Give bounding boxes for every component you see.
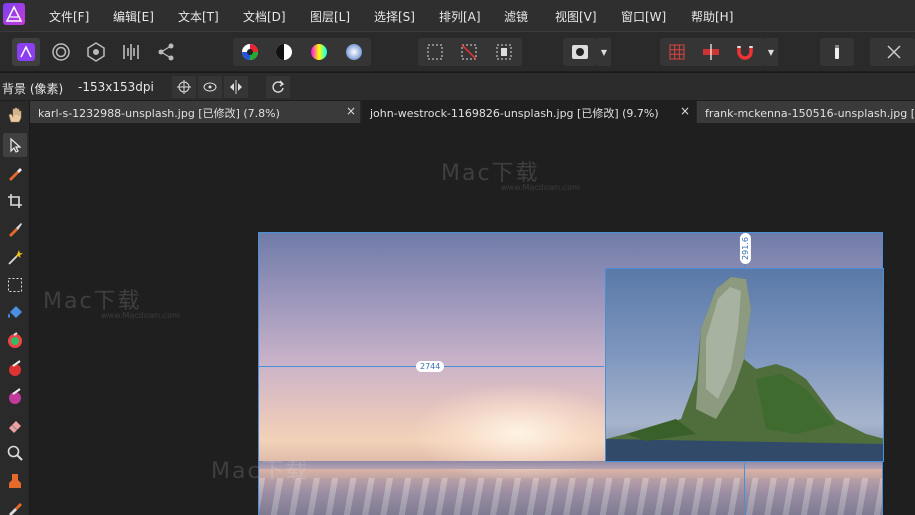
menu-bar: 文件[F] 编辑[E] 文本[T] 文档[D] 图层[L] 选择[S] 排列[A… [0, 0, 915, 31]
snapping-dropdown[interactable]: ▼ [764, 38, 778, 66]
fill-tool-icon[interactable] [3, 301, 27, 325]
rotate-view-icon[interactable] [198, 76, 222, 98]
waves [259, 478, 882, 515]
clone-tool-icon[interactable] [3, 469, 27, 493]
watermark-url: www.Macdown.com [501, 183, 580, 192]
persona-tone-map-icon[interactable] [117, 38, 145, 66]
marquee-tool-icon[interactable] [3, 273, 27, 297]
magic-wand-tool-icon[interactable] [3, 245, 27, 269]
affinity-logo-icon[interactable] [3, 3, 25, 25]
tab-karl[interactable]: karl-s-1232988-unsplash.jpg [已修改] (7.8%) [30, 101, 360, 123]
menu-select[interactable]: 选择[S] [374, 8, 415, 25]
watermark-logo: Mac下载 [211, 459, 310, 484]
menu-layer[interactable]: 图层[L] [310, 8, 350, 25]
layer-type-label: 背景 (像素) [2, 82, 64, 96]
measure-line-vertical-bottom [744, 463, 745, 515]
move-tool-icon[interactable] [3, 133, 27, 157]
close-icon[interactable]: × [346, 104, 356, 118]
menu-text[interactable]: 文本[T] [178, 8, 219, 25]
white-balance-icon[interactable] [340, 38, 368, 66]
paint-brush-tool-icon[interactable] [3, 217, 27, 241]
smudge-tool-icon[interactable] [3, 495, 27, 515]
watermark-url: www.Macdown.com [101, 311, 180, 320]
selection-mask-icon[interactable] [490, 38, 518, 66]
menu-help[interactable]: 帮助[H] [691, 8, 733, 25]
eraser-icon[interactable] [880, 38, 908, 66]
document-tabs: karl-s-1232988-unsplash.jpg [已修改] (7.8%)… [30, 101, 915, 123]
tab-label: frank-mckenna-150516-unsplash.jpg [已修改] [705, 107, 915, 120]
flip-horizontal-icon[interactable] [224, 76, 248, 98]
measure-label-horizontal: 2744 [416, 361, 445, 372]
menu-document[interactable]: 文档[D] [243, 8, 286, 25]
zoom-tool-icon[interactable] [3, 441, 27, 465]
view-hand-tool-icon[interactable] [3, 103, 27, 127]
assistant-icon[interactable] [823, 38, 851, 66]
tab-label: john-westrock-1169826-unsplash.jpg [已修改]… [370, 107, 659, 120]
persona-develop-icon[interactable] [82, 38, 110, 66]
rock-island-illustration [606, 277, 883, 461]
persona-export-icon[interactable] [152, 38, 180, 66]
dodge-tool-icon[interactable] [3, 385, 27, 409]
tab-label: karl-s-1232988-unsplash.jpg [已修改] (7.8%) [38, 107, 280, 120]
selection-marquee-icon[interactable] [421, 38, 449, 66]
tab-john[interactable]: john-westrock-1169826-unsplash.jpg [已修改]… [362, 101, 696, 123]
placed-image-layer[interactable] [605, 268, 884, 462]
rotate-icon[interactable] [266, 76, 290, 98]
eraser-tool-icon[interactable] [3, 413, 27, 437]
persona-photo-icon[interactable] [12, 38, 40, 66]
contrast-icon[interactable] [270, 38, 298, 66]
color-picker-tool-icon[interactable] [3, 161, 27, 185]
quick-mask-dropdown[interactable]: ▼ [597, 38, 611, 66]
quick-mask-icon[interactable] [566, 38, 594, 66]
color-brush-tool-icon[interactable] [3, 329, 27, 353]
snapping-magnet-icon[interactable] [731, 38, 759, 66]
tools-panel [0, 101, 30, 515]
menu-window[interactable]: 窗口[W] [621, 8, 666, 25]
canvas-area[interactable]: 2744 291.6 Mac下载 www.Macdown.com Mac下载 w… [31, 123, 915, 515]
menu-edit[interactable]: 编辑[E] [113, 8, 154, 25]
transform-origin-icon[interactable] [172, 76, 196, 98]
menu-filters[interactable]: 滤镜 [504, 8, 528, 25]
crop-tool-icon[interactable] [3, 189, 27, 213]
measure-label-vertical: 291.6 [739, 233, 751, 264]
horizon [259, 461, 882, 469]
menu-file[interactable]: 文件[F] [49, 8, 89, 25]
tab-frank[interactable]: frank-mckenna-150516-unsplash.jpg [已修改] [697, 101, 915, 123]
menu-arrange[interactable]: 排列[A] [439, 8, 481, 25]
persona-liquify-icon[interactable] [47, 38, 75, 66]
align-icon[interactable] [697, 38, 725, 66]
toolbar: ▼ ▼ [0, 31, 915, 71]
menu-view[interactable]: 视图[V] [555, 8, 597, 25]
pixel-tool-icon[interactable] [3, 357, 27, 381]
grid-icon[interactable] [663, 38, 691, 66]
dpi-label: -153x153dpi [78, 80, 154, 94]
hue-icon[interactable] [305, 38, 333, 66]
color-wheel-icon[interactable] [236, 38, 264, 66]
close-icon[interactable]: × [680, 104, 690, 118]
no-selection-icon[interactable] [455, 38, 483, 66]
context-toolbar: 背景 (像素) -153x153dpi [0, 72, 915, 100]
